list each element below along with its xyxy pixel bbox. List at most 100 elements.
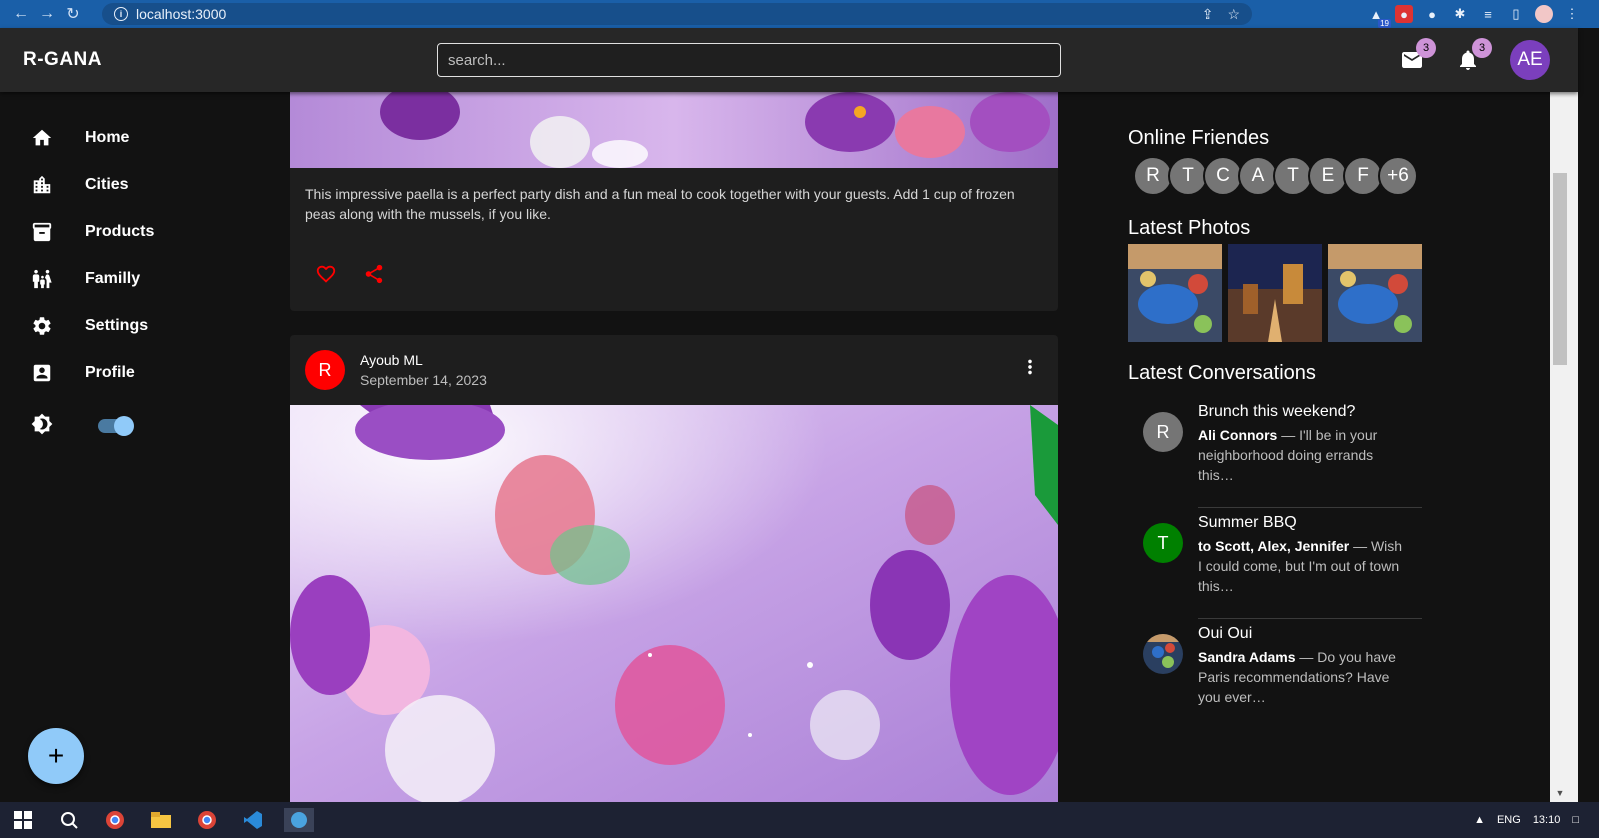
dark-mode-toggle[interactable]	[96, 416, 134, 436]
address-bar[interactable]: i localhost:3000 ⇪ ☆	[102, 3, 1252, 25]
archive-icon	[31, 221, 53, 243]
playlist-icon[interactable]: ≡	[1479, 5, 1497, 23]
conversation-title: Brunch this weekend?	[1198, 403, 1356, 420]
sidebar-item-home[interactable]: Home	[0, 118, 290, 158]
share-button[interactable]	[362, 262, 386, 286]
sidepanel-icon[interactable]: ▯	[1507, 5, 1525, 23]
post-image	[290, 92, 1058, 168]
conversation-avatar: R	[1143, 412, 1183, 452]
author-avatar[interactable]: R	[305, 350, 345, 390]
page-scrollbar[interactable]: ▲ ▼	[1550, 28, 1578, 802]
notifications-button[interactable]: 3	[1456, 38, 1492, 72]
conversation-title: Oui Oui	[1198, 625, 1253, 642]
search-input[interactable]	[437, 43, 1061, 77]
conversation-divider	[1198, 618, 1422, 619]
mail-button[interactable]: 3	[1400, 38, 1436, 72]
photo-thumbnail[interactable]	[1328, 244, 1422, 342]
back-icon[interactable]: ←	[8, 3, 34, 25]
reload-icon[interactable]: ↻	[60, 3, 86, 25]
sidebar-item-settings[interactable]: Settings	[0, 306, 290, 346]
notification-center-icon[interactable]: □	[1572, 814, 1579, 826]
user-avatar[interactable]: AE	[1510, 40, 1550, 80]
online-friends-group: R T C A T E F +6	[1133, 156, 1418, 196]
sidebar-item-label: Familly	[85, 270, 141, 287]
url-text: localhost:3000	[136, 6, 227, 22]
post-menu-button[interactable]	[1018, 355, 1042, 379]
extension-red-icon[interactable]: ●	[1395, 5, 1413, 23]
friend-avatar[interactable]: E	[1308, 156, 1348, 196]
conversation-preview: to Scott, Alex, Jennifer — Wish I could …	[1198, 536, 1403, 596]
conversation-sender: to Scott, Alex, Jennifer	[1198, 538, 1350, 554]
city-icon	[31, 174, 53, 196]
friend-avatar[interactable]: T	[1168, 156, 1208, 196]
gear-icon	[31, 315, 53, 337]
conversation-sender: Ali Connors	[1198, 427, 1278, 443]
sidebar: Home Cities Products Familly Settings Pr…	[0, 92, 290, 802]
sidebar-item-label: Products	[85, 223, 155, 240]
windows-start-icon[interactable]	[8, 808, 38, 832]
extension-badge: 19	[1378, 19, 1391, 28]
menu-kebab-icon[interactable]: ⋮	[1563, 5, 1581, 23]
heart-icon	[316, 265, 336, 283]
active-app-icon[interactable]	[284, 808, 314, 832]
sidebar-item-label: Profile	[85, 364, 135, 381]
scroll-down-icon[interactable]: ▼	[1553, 788, 1567, 798]
chrome-icon[interactable]	[192, 808, 222, 832]
latest-photos-grid	[1128, 244, 1422, 342]
star-icon[interactable]: ☆	[1227, 6, 1240, 23]
conversation-avatar-photo	[1143, 634, 1183, 674]
friend-avatar[interactable]: T	[1273, 156, 1313, 196]
conversation-divider	[1198, 507, 1422, 508]
friend-avatar[interactable]: A	[1238, 156, 1278, 196]
search-icon[interactable]	[54, 808, 84, 832]
file-explorer-icon[interactable]	[146, 808, 176, 832]
post-image	[290, 405, 1058, 805]
sidebar-item-cities[interactable]: Cities	[0, 165, 290, 205]
sidebar-item-label: Home	[85, 129, 130, 146]
sidebar-item-profile[interactable]: Profile	[0, 353, 290, 393]
friends-more-count[interactable]: +6	[1378, 156, 1418, 196]
extension-gray-icon[interactable]: ●	[1423, 5, 1441, 23]
extension-icon[interactable]: ▲ 19	[1367, 5, 1391, 28]
latest-photos-title: Latest Photos	[1128, 217, 1251, 239]
conversation-preview: Ali Connors — I'll be in your neighborho…	[1198, 425, 1403, 485]
site-info-icon[interactable]: i	[114, 7, 128, 21]
brightness-icon	[31, 413, 53, 435]
language-indicator[interactable]: ENG	[1497, 814, 1521, 826]
sidebar-item-label: Settings	[85, 317, 149, 334]
family-icon	[31, 268, 53, 290]
sidebar-item-products[interactable]: Products	[0, 212, 290, 252]
author-name: Ayoub ML	[360, 352, 423, 368]
friend-avatar[interactable]: F	[1343, 156, 1383, 196]
sidebar-item-label: Cities	[85, 176, 129, 193]
browser-toolbar: ← → ↻ i localhost:3000 ⇪ ☆ ▲ 19 ● ● ✱ ≡ ▯…	[0, 0, 1599, 28]
clock[interactable]: 13:10	[1533, 814, 1561, 826]
screen: ← → ↻ i localhost:3000 ⇪ ☆ ▲ 19 ● ● ✱ ≡ ▯…	[0, 0, 1599, 838]
friend-avatar[interactable]: C	[1203, 156, 1243, 196]
brand-title[interactable]: R-GANA	[23, 49, 437, 71]
tray-icons[interactable]: ▲	[1474, 814, 1485, 826]
mail-badge: 3	[1416, 38, 1436, 58]
conversation-preview: Sandra Adams — Do you have Paris recomme…	[1198, 647, 1403, 707]
conversation-avatar: T	[1143, 523, 1183, 563]
chrome-icon[interactable]	[100, 808, 130, 832]
post-date: September 14, 2023	[360, 372, 487, 388]
sidebar-item-familly[interactable]: Familly	[0, 259, 290, 299]
friend-avatar[interactable]: R	[1133, 156, 1173, 196]
share-icon	[365, 264, 383, 284]
like-button[interactable]	[314, 262, 338, 286]
scrollbar-thumb[interactable]	[1553, 173, 1567, 365]
post-card: R Ayoub ML September 14, 2023	[290, 335, 1058, 805]
post-card: This impressive paella is a perfect part…	[290, 92, 1058, 311]
vscode-icon[interactable]	[238, 808, 268, 832]
conversation-sender: Sandra Adams	[1198, 649, 1296, 665]
latest-conversations-title: Latest Conversations	[1128, 362, 1316, 384]
forward-icon[interactable]: →	[34, 3, 60, 25]
add-post-button[interactable]: +	[28, 728, 84, 784]
photo-thumbnail[interactable]	[1228, 244, 1322, 342]
photo-thumbnail[interactable]	[1128, 244, 1222, 342]
home-icon	[31, 127, 53, 149]
profile-icon[interactable]	[1535, 5, 1553, 23]
puzzle-icon[interactable]: ✱	[1451, 5, 1469, 23]
share-icon[interactable]: ⇪	[1202, 6, 1214, 23]
